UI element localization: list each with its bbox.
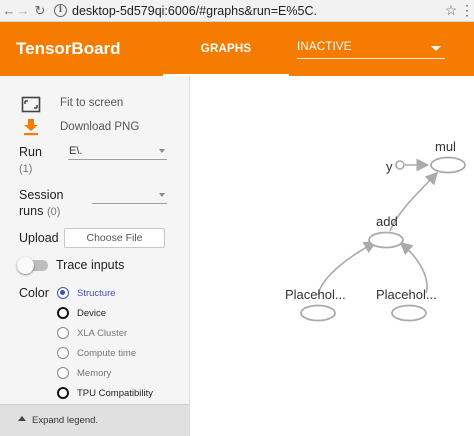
fit-screen-icon <box>21 96 41 113</box>
node-add-label[interactable]: add <box>376 214 398 229</box>
session-runs-dropdown[interactable] <box>92 186 167 204</box>
radio-device[interactable] <box>57 307 69 319</box>
app-title: TensorBoard <box>16 39 121 58</box>
radio-structure[interactable] <box>57 287 69 299</box>
session-runs-count: (0) <box>47 206 61 218</box>
address-bar[interactable]: i desktop-5d579qi:6006/#graphs&run=E%5C. <box>50 2 438 20</box>
node-placeholder-right-label[interactable]: Placehol... <box>376 287 437 302</box>
back-arrow-icon[interactable]: ← <box>2 0 16 22</box>
chevron-down-icon <box>159 149 165 153</box>
chevron-down-icon <box>431 46 441 51</box>
info-icon[interactable]: i <box>54 4 67 17</box>
run-dropdown-value: E\. <box>69 145 83 157</box>
sidebar: Fit to screen Download PNG Run (1) E\. S… <box>0 76 190 436</box>
node-placeholder-right <box>391 304 427 322</box>
radio-compute-time[interactable] <box>57 347 69 359</box>
fit-to-screen-label: Fit to screen <box>60 97 124 109</box>
edge-placeholder-right-to-add <box>399 241 428 294</box>
trace-inputs-toggle-knob[interactable] <box>17 257 34 274</box>
download-icon <box>24 119 38 136</box>
radio-xla-cluster-label: XLA Cluster <box>77 328 128 339</box>
browser-menu-icon[interactable]: ⋮ <box>460 2 474 19</box>
session-runs-label-line1: Session <box>19 188 64 202</box>
run-dropdown[interactable]: E\. <box>68 142 167 160</box>
node-y <box>395 160 405 170</box>
browser-toolbar: ← → ↻ i desktop-5d579qi:6006/#graphs&run… <box>0 0 474 22</box>
radio-device-label: Device <box>77 308 107 319</box>
radio-xla-cluster[interactable] <box>57 327 69 339</box>
radio-memory-label: Memory <box>77 368 112 379</box>
node-placeholder-left-label[interactable]: Placehol... <box>285 287 346 302</box>
trace-inputs-label: Trace inputs <box>56 258 125 272</box>
upload-label: Upload <box>19 231 59 245</box>
chevron-up-icon <box>18 416 26 421</box>
download-png-label: Download PNG <box>60 121 140 133</box>
download-png-button[interactable]: Download PNG <box>0 118 190 138</box>
reload-icon[interactable]: ↻ <box>30 0 50 22</box>
radio-tpu-compatibility-label: TPU Compatibility <box>77 388 154 399</box>
radio-tpu-compatibility[interactable] <box>57 387 69 399</box>
run-label: Run <box>19 145 42 159</box>
url-text[interactable]: desktop-5d579qi:6006/#graphs&run=E%5C. <box>72 4 317 18</box>
choose-file-button[interactable]: Choose File <box>64 228 165 248</box>
session-runs-label-line2: runs <box>19 204 44 218</box>
graph-svg <box>300 156 466 322</box>
forward-arrow-icon[interactable]: → <box>16 0 30 22</box>
chevron-down-icon <box>159 193 165 197</box>
color-label: Color <box>19 286 49 300</box>
radio-structure-label: Structure <box>77 288 116 299</box>
node-add <box>368 231 404 249</box>
radio-compute-time-label: Compute time <box>77 348 137 359</box>
dashboard-select[interactable]: INACTIVE <box>297 37 445 59</box>
node-y-label[interactable]: y <box>386 159 393 174</box>
node-mul-label[interactable]: mul <box>435 139 456 154</box>
bookmark-star-icon[interactable]: ☆ <box>442 2 460 19</box>
radio-memory[interactable] <box>57 367 69 379</box>
node-placeholder-left <box>300 304 336 322</box>
expand-legend-label: Expand legend. <box>32 415 99 426</box>
fit-to-screen-button[interactable]: Fit to screen <box>0 94 190 114</box>
tab-graphs[interactable]: GRAPHS <box>163 22 289 76</box>
run-count: (1) <box>19 163 33 175</box>
node-mul <box>430 156 466 174</box>
expand-legend-bar[interactable]: Expand legend. <box>0 404 189 436</box>
dashboard-select-value: INACTIVE <box>297 41 352 53</box>
app-header: TensorBoard GRAPHS INACTIVE <box>0 22 474 76</box>
graph-canvas[interactable]: mul y add Placehol... Placehol... <box>190 76 474 436</box>
